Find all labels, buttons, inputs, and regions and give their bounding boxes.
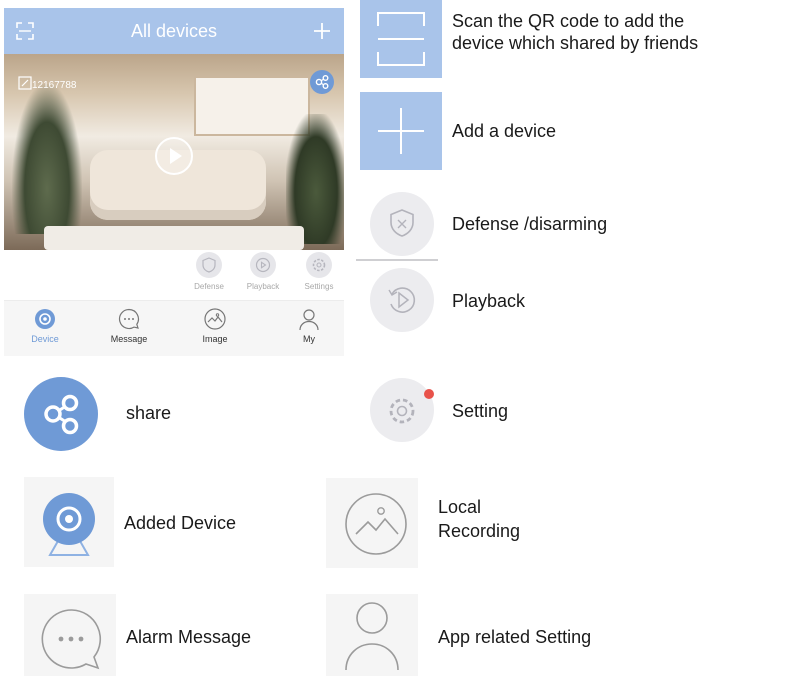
tab-message[interactable]: Message [94,307,164,344]
play-icon[interactable] [154,136,194,176]
playback-icon [250,252,276,278]
legend-scan-line1: Scan the QR code to add the [452,11,685,31]
legend-app-setting-label: App related Setting [438,627,592,647]
tab-label: Image [202,334,228,344]
scan-icon [377,12,425,66]
preview-plant [12,84,82,234]
tab-my[interactable]: My [274,307,344,344]
message-icon [41,609,102,670]
legend-scan-tile [360,0,442,78]
legend-local-recording-line2: Recording [438,521,521,541]
edit-icon[interactable] [18,76,32,90]
preview-table [44,226,304,250]
gear-icon [306,252,332,278]
divider [356,259,438,261]
legend-setting-label: Setting [452,401,509,421]
device-icon [35,309,55,329]
legend-share-label: share [126,403,172,423]
settings-label: Settings [304,282,334,291]
plus-icon [378,108,424,154]
legend-add-tile [360,92,442,170]
shield-icon [196,252,222,278]
image-icon [204,308,226,330]
tab-image[interactable]: Image [180,307,250,344]
image-icon [345,493,407,555]
legend-setting-icon [370,378,434,442]
tab-label: Device [31,334,59,344]
camera-preview[interactable]: 12167788 [4,54,344,250]
legend-playback-label: Playback [452,291,526,311]
legend-alarm-message-tile [24,594,116,676]
legend-added-device-label: Added Device [124,513,237,533]
legend-local-recording-line1: Local [438,497,482,517]
gear-icon [389,398,415,424]
app-header: All devices [4,8,344,54]
legend-defense-label: Defense /disarming [452,214,608,234]
tab-bar: Device Message Image My [4,300,344,356]
tab-device[interactable]: Device [10,307,80,344]
legend-local-recording-tile [326,478,418,568]
legend-scan-line2: device which shared by friends [452,33,699,53]
legend-alarm-message-label: Alarm Message [126,627,252,647]
preview-plant-right [286,114,344,244]
user-icon [345,602,399,671]
tab-label: Message [110,334,148,344]
message-icon [118,308,140,330]
playback-label: Playback [246,282,280,291]
legend-playback-icon [370,268,434,332]
defense-control[interactable]: Defense [184,252,234,291]
legend-add-label: Add a device [452,121,557,141]
shield-icon [390,209,414,237]
legend-app-setting-tile [326,594,418,676]
defense-label: Defense [194,282,224,291]
legend-defense-icon [370,192,434,256]
legend-added-device-tile [24,477,114,567]
page-title: All devices [130,21,218,41]
playback-control[interactable]: Playback [238,252,288,291]
settings-control[interactable]: Settings [294,252,344,291]
device-controls: Defense Playback Settings [4,250,344,300]
legend-share-icon [24,377,98,451]
notification-badge [424,389,434,399]
share-button[interactable] [310,70,334,94]
user-icon [299,309,319,331]
camera-icon [43,493,95,556]
share-icon [44,394,79,435]
app-screen: All devices 12167788 Defense Playback Se… [4,8,344,356]
share-icon [315,74,329,89]
plus-icon[interactable] [312,21,332,41]
tab-label: My [303,334,315,344]
device-id: 12167788 [32,80,77,91]
playback-icon [388,287,416,313]
